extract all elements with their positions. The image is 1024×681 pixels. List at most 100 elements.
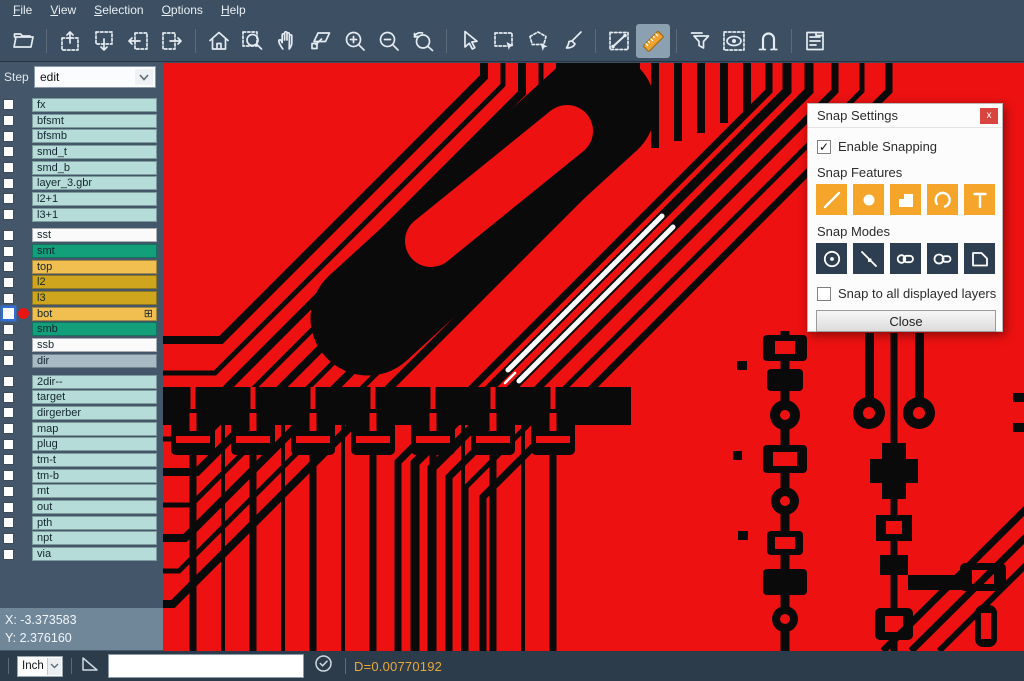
snap-feature-pad-button[interactable] [853,184,884,215]
layer-visibility-checkbox[interactable] [3,261,14,272]
layer-visibility-checkbox[interactable] [3,517,14,528]
pan-down-button[interactable] [87,24,121,58]
layer-name[interactable]: bfsmt [32,114,157,128]
pan-hand-button[interactable] [270,24,304,58]
dialog-close-icon[interactable]: x [980,108,998,124]
view-object-button[interactable] [717,24,751,58]
layer-name[interactable]: target [32,390,157,404]
menu-options[interactable]: Options [153,1,212,19]
open-file-button[interactable] [6,24,40,58]
pan-left-button[interactable] [121,24,155,58]
snap-mode-center-button[interactable] [816,243,847,274]
brush-select-button[interactable] [555,24,589,58]
layer-name[interactable]: bot⊞ [32,307,157,321]
layer-name[interactable]: pth [32,516,157,530]
layer-name[interactable]: l3 [32,291,157,305]
layer-name[interactable]: fx [32,98,157,112]
menu-help[interactable]: Help [212,1,255,19]
close-button[interactable]: Close [816,310,996,332]
layer-visibility-checkbox[interactable] [3,407,14,418]
pan-up-button[interactable] [53,24,87,58]
unit-select[interactable]: Inch [17,656,63,677]
snap-feature-text-button[interactable] [964,184,995,215]
layer-visibility-checkbox[interactable] [3,355,14,366]
layer-visibility-checkbox[interactable] [3,470,14,481]
layer-name[interactable]: via [32,547,157,561]
layer-name[interactable]: layer_3.gbr [32,176,157,190]
step-select[interactable]: edit [34,66,156,88]
layer-visibility-checkbox[interactable] [3,486,14,497]
layer-name[interactable]: map [32,422,157,436]
layer-visibility-checkbox[interactable] [3,423,14,434]
layer-visibility-checkbox[interactable] [3,549,14,560]
snap-feature-line-button[interactable] [816,184,847,215]
layer-name[interactable]: tm-t [32,453,157,467]
snap-mode-keyhole-button[interactable] [927,243,958,274]
layer-name[interactable]: plug [32,437,157,451]
layer-name[interactable]: ssb [32,338,157,352]
rect-select-button[interactable] [487,24,521,58]
layer-visibility-checkbox[interactable] [3,439,14,450]
snap-mode-slot-button[interactable] [890,243,921,274]
filter-button[interactable] [683,24,717,58]
layer-name[interactable]: smd_t [32,145,157,159]
polygon-select-button[interactable] [521,24,555,58]
snap-mode-midpoint-button[interactable] [853,243,884,274]
snap-feature-arc-button[interactable] [927,184,958,215]
layer-visibility-checkbox[interactable] [3,376,14,387]
layer-visibility-checkbox[interactable] [3,502,14,513]
layer-name[interactable]: l2 [32,275,157,289]
layer-visibility-checkbox[interactable] [3,277,14,288]
zoom-window-button[interactable] [236,24,270,58]
layer-name[interactable]: sst [32,228,157,242]
measure-line-button[interactable] [602,24,636,58]
layer-visibility-checkbox[interactable] [3,209,14,220]
layer-name[interactable]: bfsmb [32,129,157,143]
layer-name[interactable]: smd_b [32,161,157,175]
zoom-in-button[interactable] [338,24,372,58]
snap-mode-contour-button[interactable] [964,243,995,274]
layer-name[interactable]: l2+1 [32,192,157,206]
layer-name[interactable]: dirgerber [32,406,157,420]
layer-name[interactable]: tm-b [32,469,157,483]
layer-visibility-checkbox[interactable] [3,99,14,110]
layer-visibility-checkbox[interactable] [3,230,14,241]
snap-feature-surface-button[interactable] [890,184,921,215]
layer-name[interactable]: dir [32,354,157,368]
layer-name[interactable]: out [32,500,157,514]
ruler-measure-button[interactable] [636,24,670,58]
layer-name[interactable]: l3+1 [32,208,157,222]
layer-visibility-checkbox[interactable] [3,533,14,544]
layer-name[interactable]: npt [32,531,157,545]
layer-visibility-checkbox[interactable] [3,324,14,335]
pan-right-button[interactable] [155,24,189,58]
measure-input[interactable] [108,654,304,678]
home-view-button[interactable] [202,24,236,58]
angle-mode-button[interactable] [80,654,100,679]
layer-name[interactable]: smt [32,244,157,258]
layer-visibility-checkbox[interactable] [3,392,14,403]
layer-visibility-checkbox[interactable] [3,454,14,465]
menu-selection[interactable]: Selection [85,1,152,19]
layer-visibility-checkbox[interactable] [3,340,14,351]
layer-visibility-checkbox[interactable] [3,162,14,173]
zoom-previous-button[interactable] [406,24,440,58]
layer-visibility-checkbox[interactable] [3,308,14,319]
layer-name[interactable]: 2dir-- [32,375,157,389]
layer-visibility-checkbox[interactable] [3,115,14,126]
layer-visibility-checkbox[interactable] [3,178,14,189]
drag-view-button[interactable] [304,24,338,58]
layer-visibility-checkbox[interactable] [3,146,14,157]
layer-visibility-checkbox[interactable] [3,246,14,257]
zoom-out-button[interactable] [372,24,406,58]
snap-magnet-button[interactable] [751,24,785,58]
report-button[interactable] [798,24,832,58]
menu-file[interactable]: File [4,1,41,19]
layer-visibility-checkbox[interactable] [3,193,14,204]
select-arrow-button[interactable] [453,24,487,58]
apply-measure-button[interactable] [314,654,333,678]
layer-visibility-checkbox[interactable] [3,293,14,304]
layer-name[interactable]: smb [32,322,157,336]
enable-snapping-checkbox[interactable]: ✓ [817,140,831,154]
menu-view[interactable]: View [41,1,85,19]
